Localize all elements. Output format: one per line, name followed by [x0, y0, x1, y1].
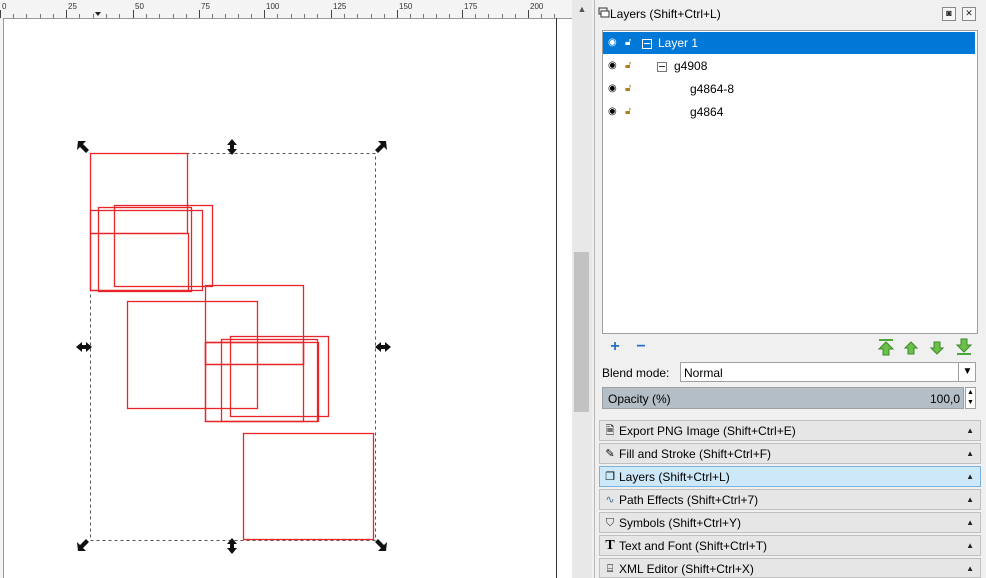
float-panel-icon[interactable]: ◙	[942, 7, 956, 21]
close-panel-icon[interactable]: ✕	[962, 7, 976, 21]
scale-handle-n	[227, 139, 237, 155]
lock-icon[interactable]: 🔓︎	[625, 105, 631, 119]
drawing-objects	[76, 139, 391, 554]
layers-icon	[598, 7, 610, 18]
rect-shape	[89, 232, 190, 292]
dialog-label: Symbols (Shift+Ctrl+Y)	[619, 516, 742, 530]
expand-caret-icon[interactable]: ▲	[966, 516, 974, 530]
dialog-label: Text and Font (Shift+Ctrl+T)	[619, 539, 768, 553]
expand-caret-icon[interactable]: ▲	[966, 447, 974, 461]
expand-caret-icon[interactable]: ▲	[966, 539, 974, 553]
symbols-icon: ⛉	[605, 517, 615, 529]
scale-handle-sw	[77, 539, 89, 551]
scale-handle-w	[76, 342, 92, 352]
collapse-icon[interactable]	[657, 62, 667, 72]
blend-mode-select[interactable]	[680, 362, 976, 382]
remove-layer-button[interactable]: −	[632, 338, 650, 356]
eye-icon[interactable]: ◉	[608, 82, 617, 96]
lower-layer-icon[interactable]	[929, 340, 945, 356]
rect-shape	[229, 335, 330, 418]
selection-bbox	[90, 153, 376, 541]
rect-shape	[89, 209, 204, 292]
expand-caret-icon[interactable]: ▲	[966, 470, 974, 484]
eye-icon[interactable]: ◉	[608, 59, 617, 73]
eye-icon[interactable]: ◉	[608, 36, 617, 50]
collapse-icon[interactable]	[642, 39, 652, 49]
dialog-path-effects[interactable]: ∿ Path Effects (Shift+Ctrl+7) ▲	[599, 489, 981, 510]
rect-shape	[97, 206, 193, 293]
fill-stroke-icon: ✎	[605, 448, 615, 460]
scale-handle-se	[375, 539, 387, 551]
expand-caret-icon[interactable]: ▲	[966, 424, 974, 438]
layer-label: g4864-8	[690, 82, 735, 96]
expand-caret-icon[interactable]: ▲	[966, 493, 974, 507]
lower-to-bottom-icon[interactable]	[955, 338, 973, 356]
dialog-label: Path Effects (Shift+Ctrl+7)	[619, 493, 759, 507]
dialog-label: Fill and Stroke (Shift+Ctrl+F)	[619, 447, 772, 461]
scale-handle-ne	[375, 141, 387, 153]
rect-shape	[204, 341, 305, 366]
add-layer-button[interactable]: +	[606, 338, 624, 356]
opacity-value: 100,0	[929, 392, 960, 406]
rect-shape	[242, 432, 375, 541]
expand-caret-icon[interactable]: ▲	[966, 562, 974, 576]
lock-icon[interactable]: 🔓︎	[625, 36, 631, 50]
rect-shape	[89, 152, 189, 235]
layers-icon: ❐	[605, 471, 615, 483]
dialog-fill-stroke[interactable]: ✎ Fill and Stroke (Shift+Ctrl+F) ▲	[599, 443, 981, 464]
layer-row-g4864[interactable]: ◉ 🔓︎ g4864	[603, 101, 975, 123]
rect-shape	[126, 300, 259, 410]
layer-label: Layer 1	[658, 36, 699, 50]
text-icon: T	[605, 538, 615, 553]
dialog-xml-editor[interactable]: ⌸ XML Editor (Shift+Ctrl+X) ▲	[599, 558, 981, 578]
blend-mode-label: Blend mode:	[602, 366, 670, 380]
blend-mode-value: Normal	[684, 366, 723, 380]
export-icon: 🗎︎	[605, 425, 615, 437]
scroll-up-arrow-icon[interactable]: ▲	[575, 3, 589, 15]
lock-icon[interactable]: 🔓︎	[625, 59, 631, 73]
lock-icon[interactable]: 🔓︎	[625, 82, 631, 96]
rect-shape	[204, 284, 305, 366]
dialog-symbols[interactable]: ⛉ Symbols (Shift+Ctrl+Y) ▲	[599, 512, 981, 533]
dialog-label: XML Editor (Shift+Ctrl+X)	[619, 562, 754, 576]
layer-row-layer-1[interactable]: ◉ 🔓︎ Layer 1	[603, 32, 975, 54]
raise-to-top-icon[interactable]	[877, 338, 895, 356]
dock-title: Layers (Shift+Ctrl+L)	[610, 7, 721, 21]
dialog-text-font[interactable]: T Text and Font (Shift+Ctrl+T) ▲	[599, 535, 981, 556]
raise-layer-icon[interactable]	[903, 340, 919, 356]
layer-label: g4864	[690, 105, 724, 119]
scale-handle-e	[375, 342, 391, 352]
path-effects-icon: ∿	[605, 494, 615, 506]
dialog-export-png[interactable]: 🗎︎ Export PNG Image (Shift+Ctrl+E) ▲	[599, 420, 981, 441]
dialog-label: Layers (Shift+Ctrl+L)	[619, 470, 730, 484]
rect-shape	[204, 341, 320, 423]
xml-icon: ⌸	[606, 563, 614, 575]
opacity-label: Opacity (%)	[608, 392, 671, 406]
scale-handle-nw	[77, 141, 89, 153]
chevron-down-icon[interactable]: ▼	[958, 363, 976, 381]
eye-icon[interactable]: ◉	[608, 105, 617, 119]
dialog-label: Export PNG Image (Shift+Ctrl+E)	[619, 424, 796, 438]
layer-row-g4908[interactable]: ◉ 🔓︎ g4908	[603, 55, 975, 77]
rect-shape	[113, 204, 214, 288]
rect-shape	[204, 341, 305, 423]
opacity-spinner[interactable]: ▲ ▼	[965, 387, 976, 409]
layer-row-g4864-8[interactable]: ◉ 🔓︎ g4864-8	[603, 78, 975, 100]
scrollbar-thumb[interactable]	[574, 252, 589, 412]
dialog-layers[interactable]: ❐ Layers (Shift+Ctrl+L) ▲	[599, 466, 981, 487]
layer-label: g4908	[674, 59, 708, 73]
